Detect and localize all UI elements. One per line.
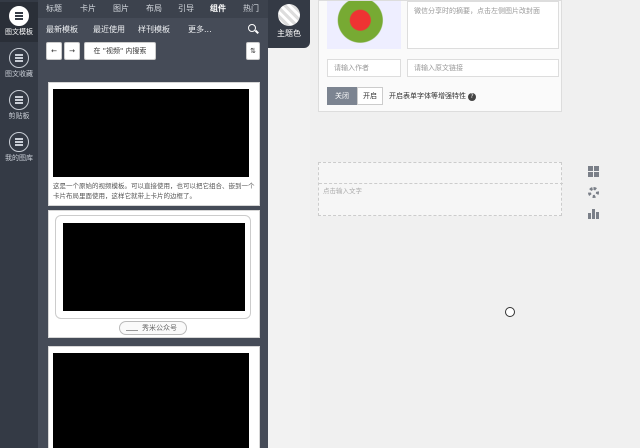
- rail-item-templates[interactable]: 图文模板: [0, 2, 38, 42]
- block-placeholder[interactable]: 点击输入文字: [323, 185, 362, 195]
- help-icon[interactable]: ?: [468, 93, 476, 101]
- rail-item-label: 剪贴板: [8, 112, 30, 120]
- video-placeholder: [63, 223, 245, 311]
- video-placeholder: [53, 89, 249, 177]
- author-input[interactable]: 请输入作者: [327, 59, 401, 77]
- source-link-input[interactable]: 请输入原文链接: [407, 59, 559, 77]
- subtab-latest[interactable]: 最新模板: [46, 24, 78, 35]
- subtab-sample[interactable]: 样刊模板: [138, 24, 170, 35]
- mouse-cursor-icon: [505, 307, 515, 317]
- rail-item-label: 图文收藏: [5, 70, 33, 78]
- theme-color-button[interactable]: 主题色: [268, 0, 310, 48]
- tab-title[interactable]: 标题: [46, 3, 62, 14]
- side-toolbar: [588, 166, 602, 229]
- template-panel: 标题 卡片 图片 布局 引导 组件 热门 最新模板 最近使用 样刊模板 更多..…: [38, 0, 268, 448]
- sort-button[interactable]: ⇅: [246, 42, 260, 60]
- toggle-on-button[interactable]: 开启: [357, 87, 383, 105]
- gear-icon[interactable]: [588, 187, 599, 198]
- cover-image[interactable]: [327, 1, 401, 49]
- tab-guide[interactable]: 引导: [178, 3, 194, 14]
- prev-button[interactable]: ←: [46, 42, 62, 60]
- toggle-off-button[interactable]: 关闭: [327, 87, 357, 105]
- template-card-video[interactable]: 这是一个原始的视频模板。可以直接使用，也可以把它组合、嵌到一个卡片布局里面使用，…: [48, 82, 260, 206]
- article-meta-card: 微信分享时的摘要，点击左侧图片改封面 请输入作者 请输入原文链接 关闭 开启 开…: [318, 0, 562, 112]
- sub-tabs: 最新模板 最近使用 样刊模板 更多...: [38, 20, 268, 38]
- rail-item-label: 我的图库: [5, 154, 33, 162]
- panel-toolbar: ← → 在 "视频" 内搜索 ⇅: [38, 42, 268, 62]
- rail-item-label: 图文模板: [5, 28, 33, 36]
- block-divider: [319, 183, 563, 184]
- tab-components[interactable]: 组件: [210, 3, 226, 14]
- tab-layout[interactable]: 布局: [146, 3, 162, 14]
- search-icon[interactable]: [248, 24, 256, 32]
- rail-item-collection[interactable]: 图文收藏: [0, 44, 38, 84]
- enhance-option-text: 开启表单字体等增强特性: [389, 92, 466, 100]
- tab-image[interactable]: 图片: [113, 3, 129, 14]
- badge-pill: 秀米公众号: [119, 321, 187, 335]
- filter-search-button[interactable]: 在 "视频" 内搜索: [84, 42, 156, 60]
- template-card-video[interactable]: [48, 346, 260, 448]
- theme-color-icon: [278, 4, 300, 26]
- grid-icon[interactable]: [588, 166, 599, 177]
- tab-card[interactable]: 卡片: [80, 3, 96, 14]
- rail-item-gallery[interactable]: 我的图库: [0, 128, 38, 168]
- enhance-option-label: 开启表单字体等增强特性?: [389, 91, 476, 101]
- content-block[interactable]: 点击输入文字: [318, 162, 563, 216]
- chart-icon[interactable]: [588, 208, 599, 219]
- tab-hot[interactable]: 热门: [243, 3, 259, 14]
- collection-icon: [9, 48, 29, 68]
- template-card-framed-video[interactable]: 秀米公众号: [48, 210, 260, 338]
- editor-canvas: 微信分享时的摘要，点击左侧图片改封面 请输入作者 请输入原文链接 关闭 开启 开…: [310, 0, 640, 448]
- category-tabs: 标题 卡片 图片 布局 引导 组件 热门: [38, 0, 268, 18]
- subtab-recent[interactable]: 最近使用: [93, 24, 125, 35]
- template-list[interactable]: 这是一个原始的视频模板。可以直接使用，也可以把它组合、嵌到一个卡片布局里面使用，…: [48, 80, 260, 448]
- subtab-more[interactable]: 更多...: [188, 24, 212, 35]
- theme-label: 主题色: [277, 29, 301, 38]
- gallery-icon: [9, 132, 29, 152]
- template-icon: [9, 6, 29, 26]
- next-button[interactable]: →: [64, 42, 80, 60]
- badge-label: 秀米公众号: [142, 324, 177, 332]
- clipboard-icon: [9, 90, 29, 110]
- summary-field[interactable]: 微信分享时的摘要，点击左侧图片改封面: [407, 1, 559, 49]
- left-rail: 图文模板 图文收藏 剪贴板 我的图库: [0, 0, 38, 448]
- mountain-icon: [126, 325, 138, 331]
- card-description: 这是一个原始的视频模板。可以直接使用，也可以把它组合、嵌到一个卡片布局里面使用，…: [53, 182, 255, 200]
- rail-item-clipboard[interactable]: 剪贴板: [0, 86, 38, 126]
- video-placeholder: [53, 353, 249, 448]
